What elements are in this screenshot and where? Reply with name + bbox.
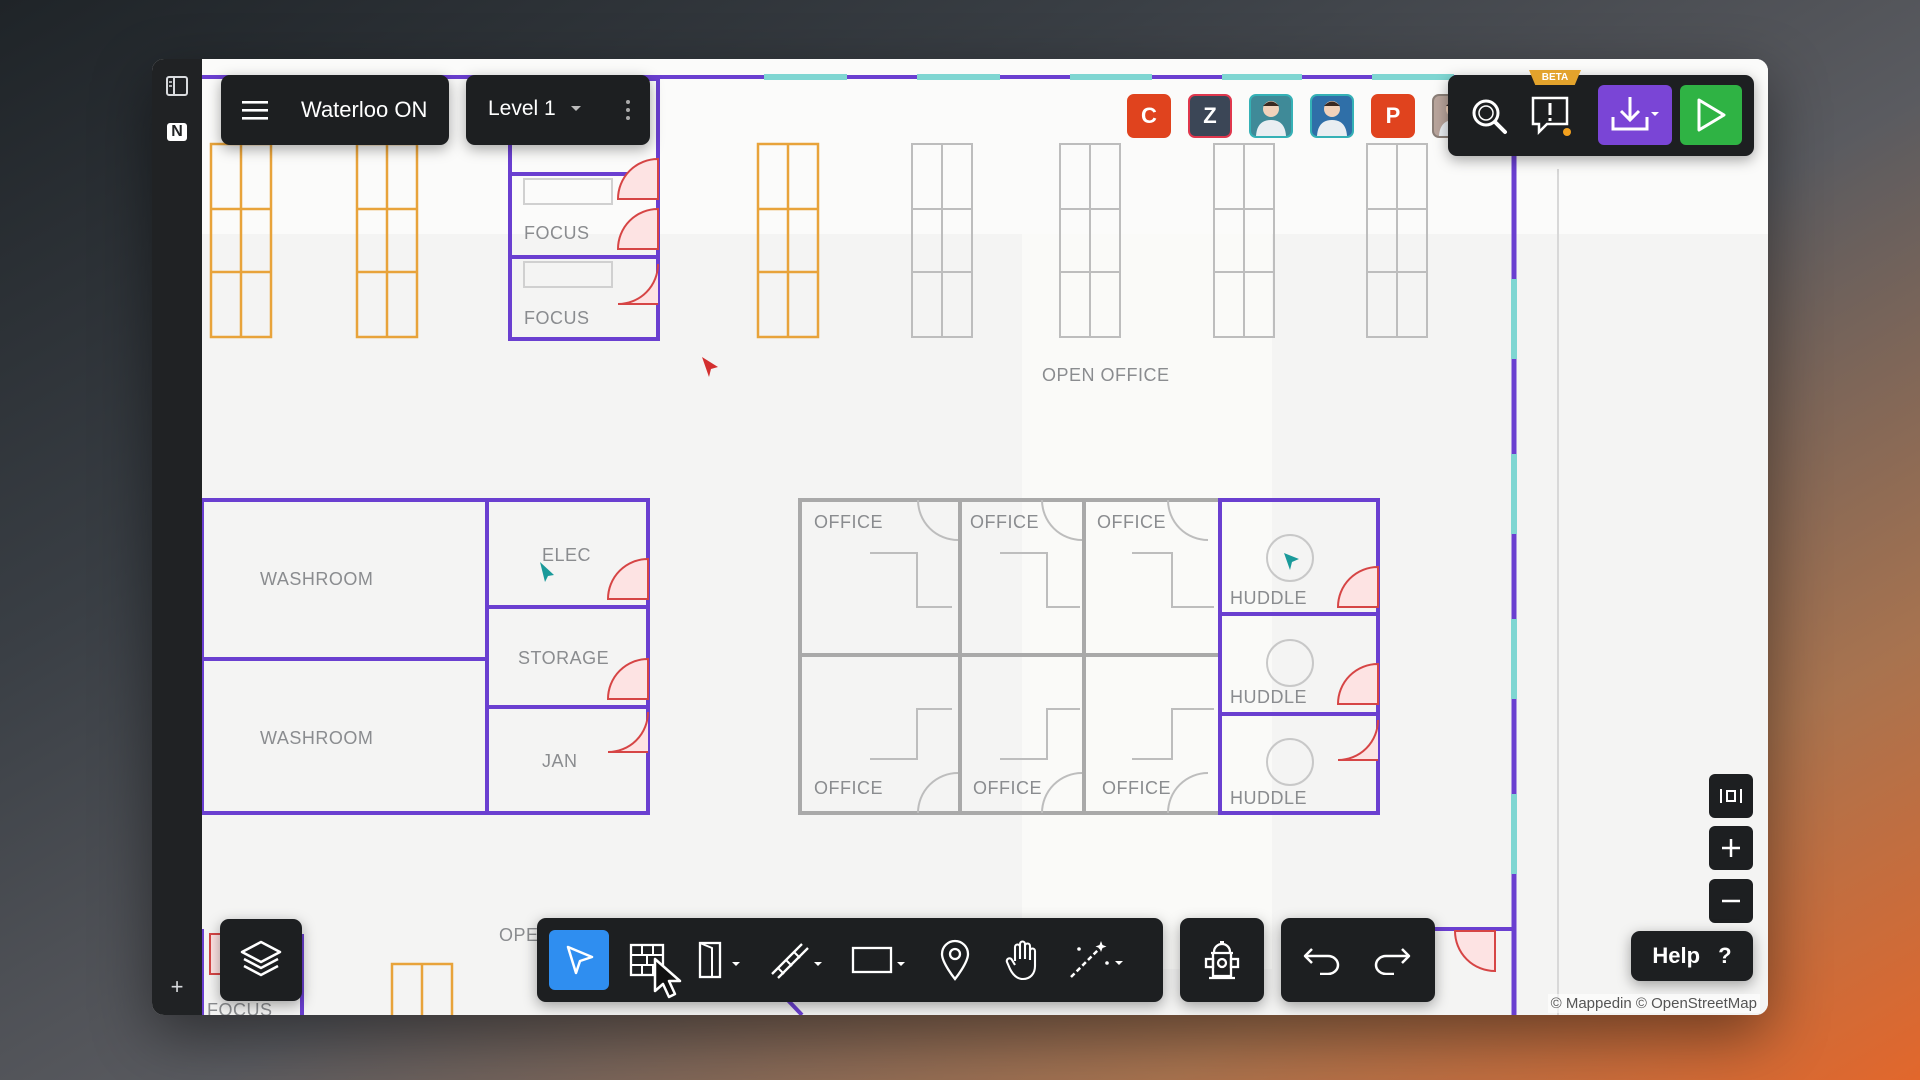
room-label-focus: FOCUS bbox=[524, 223, 590, 243]
minus-icon bbox=[1722, 899, 1740, 903]
room-label-office: OFFICE bbox=[1097, 512, 1166, 532]
room-label-focus: FOCUS bbox=[207, 1000, 273, 1015]
editor-window: N + FOCUS FOCUS OPEN OFFICE WASHROOM WAS… bbox=[152, 59, 1768, 1015]
drawing-toolbar bbox=[537, 918, 1163, 1002]
mouse-cursor-icon bbox=[653, 957, 682, 999]
user-photo-icon bbox=[1256, 101, 1286, 136]
collaborator-avatar[interactable]: C bbox=[1127, 94, 1171, 138]
collaborator-avatar[interactable]: Z bbox=[1188, 94, 1232, 138]
redo-button[interactable] bbox=[1361, 930, 1423, 990]
room-label-open-office: OPEN OFFICE bbox=[1042, 365, 1170, 385]
user-photo-icon bbox=[1317, 101, 1347, 136]
map-attribution: © Mappedin © OpenStreetMap bbox=[1547, 994, 1760, 1013]
undo-button[interactable] bbox=[1291, 930, 1353, 990]
object-tool-button[interactable] bbox=[1180, 918, 1264, 1002]
more-options-icon[interactable] bbox=[616, 91, 640, 129]
zoom-out-button[interactable] bbox=[1709, 879, 1753, 923]
room-label-washroom: WASHROOM bbox=[260, 728, 373, 748]
location-pin-icon bbox=[940, 939, 970, 981]
shape-tool-button[interactable] bbox=[843, 930, 915, 990]
hand-icon bbox=[1005, 940, 1037, 981]
add-icon[interactable]: + bbox=[162, 972, 192, 1002]
level-panel: Level 1 bbox=[466, 75, 650, 145]
marker-tool-button[interactable] bbox=[925, 930, 985, 990]
room-label-office: OFFICE bbox=[814, 512, 883, 532]
stairs-tool-button[interactable] bbox=[763, 930, 833, 990]
action-panel: BETA bbox=[1448, 70, 1754, 156]
logo-letter: N bbox=[167, 123, 187, 141]
collaborator-avatar[interactable] bbox=[1249, 94, 1293, 138]
room-label-focus: FOCUS bbox=[524, 308, 590, 328]
fit-icon bbox=[1720, 789, 1742, 803]
undo-icon bbox=[1303, 948, 1340, 975]
help-label: Help bbox=[1652, 943, 1701, 968]
room-label-elec: ELEC bbox=[542, 545, 591, 565]
room-label-huddle: HUDDLE bbox=[1230, 687, 1307, 707]
level-dropdown[interactable]: Level 1 bbox=[488, 97, 582, 121]
play-icon bbox=[1697, 98, 1726, 132]
room-label-open-office: OPE bbox=[499, 925, 539, 945]
magic-tool-button[interactable] bbox=[1061, 930, 1133, 990]
magic-wand-icon bbox=[1070, 941, 1123, 978]
rectangle-icon bbox=[851, 946, 905, 974]
room-label-huddle: HUDDLE bbox=[1230, 588, 1307, 608]
download-icon bbox=[1611, 97, 1659, 131]
collaborator-avatar[interactable] bbox=[1310, 94, 1354, 138]
menu-icon[interactable] bbox=[233, 88, 277, 132]
room-label-office: OFFICE bbox=[1102, 778, 1171, 798]
door-tool-button[interactable] bbox=[687, 930, 753, 990]
feedback-icon[interactable] bbox=[1528, 93, 1574, 139]
stairs-icon bbox=[771, 943, 822, 979]
collaborator-avatar[interactable]: P bbox=[1371, 94, 1415, 138]
play-button[interactable] bbox=[1680, 85, 1742, 145]
plus-icon bbox=[1722, 839, 1740, 857]
left-rail: N + bbox=[152, 59, 202, 1015]
room-label-office: OFFICE bbox=[814, 778, 883, 798]
sidebar-toggle-icon[interactable] bbox=[162, 71, 192, 101]
room-label-jan: JAN bbox=[542, 751, 578, 771]
room-label-storage: STORAGE bbox=[518, 648, 609, 668]
room-label-office: OFFICE bbox=[970, 512, 1039, 532]
redo-icon bbox=[1374, 948, 1411, 975]
floor-plan-map[interactable]: FOCUS FOCUS OPEN OFFICE WASHROOM WASHROO… bbox=[202, 59, 1768, 1015]
level-label: Level 1 bbox=[488, 97, 556, 120]
help-icon: ? bbox=[1718, 943, 1732, 968]
fit-to-screen-button[interactable] bbox=[1709, 774, 1753, 818]
zoom-in-button[interactable] bbox=[1709, 826, 1753, 870]
chevron-down-icon bbox=[570, 106, 581, 111]
download-button[interactable] bbox=[1598, 85, 1672, 145]
location-panel: Waterloo ON bbox=[221, 75, 449, 145]
history-panel bbox=[1281, 918, 1435, 1002]
beta-badge: BETA bbox=[1529, 70, 1581, 85]
room-label-office: OFFICE bbox=[973, 778, 1042, 798]
location-title[interactable]: Waterloo ON bbox=[301, 97, 427, 123]
pan-tool-button[interactable] bbox=[993, 930, 1053, 990]
pointer-icon bbox=[566, 945, 594, 975]
fire-hydrant-icon bbox=[1180, 918, 1264, 1002]
floor-plan-canvas[interactable]: FOCUS FOCUS OPEN OFFICE WASHROOM WASHROO… bbox=[202, 59, 1768, 1015]
app-logo[interactable]: N bbox=[162, 117, 192, 147]
help-button[interactable]: Help ? bbox=[1631, 931, 1753, 981]
search-icon[interactable] bbox=[1466, 93, 1512, 139]
layers-button[interactable] bbox=[220, 919, 302, 1001]
layers-icon bbox=[220, 919, 302, 1001]
select-tool-button[interactable] bbox=[549, 930, 609, 990]
door-icon bbox=[698, 941, 740, 979]
room-label-washroom: WASHROOM bbox=[260, 569, 373, 589]
room-label-huddle: HUDDLE bbox=[1230, 788, 1307, 808]
